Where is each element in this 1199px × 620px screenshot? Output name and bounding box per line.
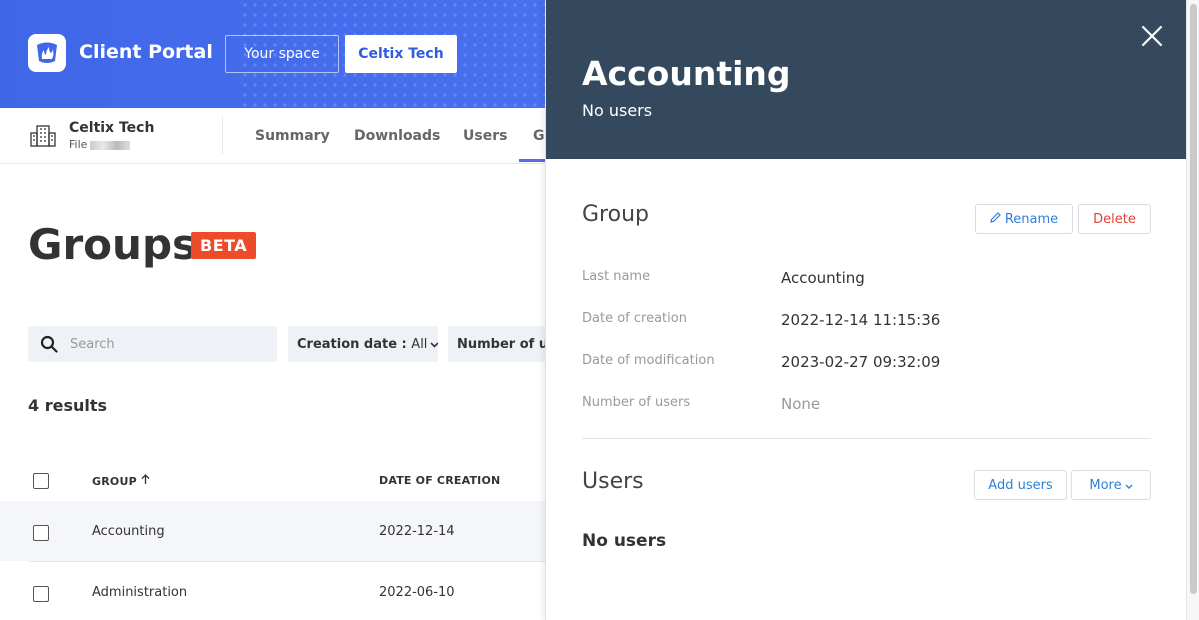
- number-of-users-filter[interactable]: Number of use: [448, 326, 545, 362]
- date-cell: 2022-12-14: [379, 524, 455, 539]
- group-name-cell: Accounting: [92, 524, 165, 539]
- sort-arrow-up-icon: [141, 474, 150, 488]
- tab-users[interactable]: Users: [463, 128, 507, 144]
- creation-date-filter-value: All: [411, 336, 428, 352]
- field-value-date-of-modification: 2023-02-27 09:32:09: [781, 353, 941, 371]
- section-divider: [582, 438, 1151, 439]
- column-header-group-label: GROUP: [92, 475, 137, 488]
- no-users-message: No users: [582, 531, 667, 551]
- building-icon: [30, 125, 56, 151]
- creation-date-filter-label: Creation date :: [297, 336, 407, 352]
- drawer-title: Accounting: [582, 54, 791, 93]
- search-input[interactable]: [70, 334, 260, 354]
- search-box[interactable]: [28, 326, 277, 362]
- results-count: 4 results: [28, 396, 108, 415]
- company-button[interactable]: Celtix Tech: [345, 35, 457, 73]
- field-value-number-of-users: None: [781, 395, 821, 413]
- field-value-date-of-creation: 2022-12-14 11:15:36: [781, 311, 941, 329]
- chevron-down-icon: [430, 337, 438, 352]
- tab-summary[interactable]: Summary: [255, 128, 330, 144]
- field-label-last-name: Last name: [582, 269, 651, 284]
- select-all-checkbox[interactable]: [33, 473, 49, 489]
- pencil-icon: [990, 211, 1001, 227]
- table-row[interactable]: Administration 2022-06-10: [0, 562, 545, 620]
- page-title: Groups: [28, 220, 198, 269]
- table-row[interactable]: Accounting 2022-12-14: [0, 501, 545, 561]
- drawer-header: Accounting No users: [546, 0, 1187, 159]
- company-name: Celtix Tech: [69, 120, 155, 136]
- group-name-cell: Administration: [92, 585, 188, 600]
- scrollbar[interactable]: [1186, 0, 1199, 620]
- row-checkbox[interactable]: [33, 586, 49, 602]
- users-section-title: Users: [582, 469, 644, 494]
- search-icon: [40, 335, 58, 357]
- group-section-title: Group: [582, 202, 649, 227]
- more-button-label: More: [1089, 477, 1122, 493]
- add-users-button[interactable]: Add users: [974, 470, 1067, 500]
- row-checkbox[interactable]: [33, 525, 49, 541]
- chevron-down-icon: [1125, 478, 1133, 493]
- tab-groups[interactable]: G: [533, 128, 545, 144]
- nav-divider: [222, 116, 223, 154]
- your-space-button[interactable]: Your space: [225, 35, 339, 73]
- delete-button[interactable]: Delete: [1078, 204, 1151, 234]
- beta-badge: BETA: [191, 232, 257, 259]
- creation-date-filter[interactable]: Creation date : All: [288, 326, 438, 362]
- scrollbar-thumb[interactable]: [1190, 4, 1197, 594]
- field-label-date-of-creation: Date of creation: [582, 311, 687, 326]
- close-icon[interactable]: [1140, 24, 1164, 48]
- date-cell: 2022-06-10: [379, 585, 455, 600]
- field-label-number-of-users: Number of users: [582, 395, 691, 410]
- redacted-file-id: [90, 140, 131, 150]
- column-header-date-of-creation[interactable]: DATE OF CREATION: [379, 474, 500, 487]
- number-of-users-filter-label: Number of use: [457, 336, 545, 352]
- rename-button[interactable]: Rename: [975, 204, 1073, 234]
- app-logo-icon[interactable]: [28, 34, 66, 72]
- field-label-date-of-modification: Date of modification: [582, 353, 715, 368]
- tab-downloads[interactable]: Downloads: [354, 128, 440, 144]
- field-value-last-name: Accounting: [781, 269, 865, 287]
- app-title[interactable]: Client Portal: [79, 41, 213, 63]
- column-header-group[interactable]: GROUP: [92, 474, 150, 488]
- drawer-subtitle: No users: [582, 101, 653, 120]
- company-file: File: [69, 138, 131, 151]
- more-button[interactable]: More: [1071, 470, 1151, 500]
- rename-button-label: Rename: [1004, 211, 1059, 227]
- company-file-label: File: [69, 138, 88, 151]
- group-details-drawer: Accounting No users Group Rename Delete …: [545, 0, 1187, 620]
